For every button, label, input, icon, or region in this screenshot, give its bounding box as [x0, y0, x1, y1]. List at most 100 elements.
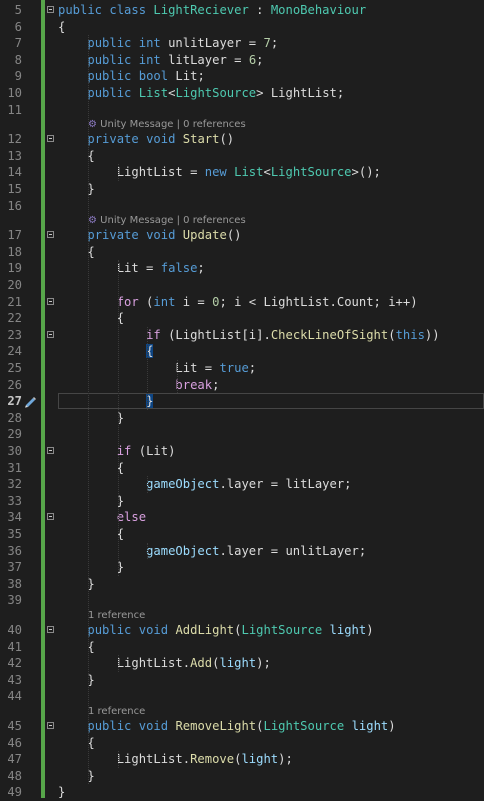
code-line[interactable]: 45 public void RemoveLight(LightSource l… [0, 718, 484, 735]
code-line[interactable]: 49} [0, 784, 484, 801]
code-line[interactable]: 5 public class LightReciever : MonoBehavi… [0, 2, 484, 19]
code-token: public [58, 3, 103, 17]
code-token: public [87, 69, 132, 84]
pencil-icon[interactable] [23, 394, 37, 408]
codelens-text[interactable]: 1 reference [88, 610, 145, 621]
code-line[interactable]: 6{ [0, 19, 484, 36]
codelens-text[interactable]: Unity Message | 0 references [100, 215, 246, 226]
codelens[interactable]: ⚙ Unity Message | 0 references [88, 119, 246, 131]
code-text: public int unlitLayer = 7; [58, 35, 278, 52]
code-line[interactable]: 28 } [0, 410, 484, 427]
line-number: 22 [7, 311, 22, 326]
code-line[interactable]: 27 } [0, 393, 484, 410]
code-line[interactable]: 32 gameObject.layer = litLayer; [0, 476, 484, 493]
code-line[interactable]: 38 } [0, 576, 484, 593]
collapse-toggle-icon[interactable] [47, 447, 54, 454]
code-token: public [87, 36, 132, 51]
code-token: () [226, 228, 242, 243]
line-number: 11 [7, 102, 22, 117]
code-line[interactable]: 17 private void Update() [0, 227, 484, 244]
collapse-toggle-icon[interactable] [47, 722, 54, 729]
code-text: LightList.Add(light); [58, 655, 271, 672]
code-line[interactable]: 15 } [0, 181, 484, 198]
code-line[interactable]: 40 public void AddLight(LightSource ligh… [0, 622, 484, 639]
line-number: 49 [7, 785, 22, 800]
collapse-toggle-icon[interactable] [47, 135, 54, 143]
code-line[interactable]: 48 } [0, 768, 484, 785]
codelens[interactable]: 1 reference [88, 706, 145, 718]
code-line[interactable]: 46 { [0, 735, 484, 752]
code-line[interactable]: 36 gameObject.layer = unlitLayer; [0, 543, 484, 560]
collapse-toggle-icon[interactable] [47, 6, 54, 13]
code-text: LightList.Remove(light); [58, 751, 293, 768]
codelens[interactable]: ⚙ Unity Message | 0 references [88, 215, 246, 227]
code-line[interactable]: 29 [0, 426, 484, 443]
code-line[interactable]: 41 { [0, 639, 484, 656]
line-number: 25 [7, 361, 22, 375]
code-line[interactable]: 24 { [0, 343, 484, 360]
code-text: } [58, 410, 124, 427]
code-line[interactable]: 44 [0, 688, 484, 705]
code-token: void [138, 623, 169, 637]
code-line[interactable]: 42 LightList.Add(light); [0, 655, 484, 672]
code-text: private void Start() [58, 131, 234, 148]
code-editor[interactable]: 5 public class LightReciever : MonoBehavi… [0, 0, 484, 801]
collapse-toggle-icon[interactable] [47, 231, 54, 239]
line-number: 19 [7, 261, 22, 276]
code-line[interactable]: 12 private void Start() [0, 131, 484, 148]
code-line[interactable]: 43 } [0, 672, 484, 689]
code-line[interactable]: 19 Lit = false; [0, 260, 484, 277]
code-line[interactable]: 13 { [0, 148, 484, 165]
code-text: } [58, 784, 65, 801]
code-line[interactable]: 21 for (int i = 0; i < LightList.Count; … [0, 294, 484, 311]
code-text: for (int i = 0; i < LightList.Count; i++… [58, 294, 418, 311]
code-token: CheckLineOfSight [270, 327, 389, 342]
code-line[interactable]: 39 [0, 592, 484, 609]
code-line[interactable]: 34 else [0, 509, 484, 526]
code-token: } [58, 493, 125, 508]
code-line[interactable]: 47 LightList.Remove(light); [0, 751, 484, 768]
code-token: LightSource [241, 623, 323, 637]
collapse-toggle-icon[interactable] [47, 626, 54, 633]
code-line[interactable]: 11 [0, 102, 484, 119]
code-line[interactable]: 20 [0, 277, 484, 294]
code-text: LightList = new List<LightSource>(); [58, 164, 381, 181]
code-line[interactable]: 10 public List<LightSource> LightList; [0, 85, 484, 102]
code-line[interactable]: 25 Lit = true; [0, 360, 484, 377]
codelens-text[interactable]: Unity Message | 0 references [100, 119, 246, 130]
code-line[interactable]: 22 { [0, 310, 484, 327]
code-line[interactable]: 14 LightList = new List<LightSource>(); [0, 164, 484, 181]
code-token: } [58, 560, 125, 575]
code-token: ; [197, 261, 205, 276]
code-line[interactable]: 9 public bool Lit; [0, 68, 484, 85]
collapse-toggle-icon[interactable] [47, 330, 54, 338]
line-number: 47 [7, 752, 22, 767]
code-line[interactable]: 18 { [0, 244, 484, 261]
code-line[interactable]: 16 [0, 198, 484, 215]
code-line[interactable]: 7 public int unlitLayer = 7; [0, 35, 484, 52]
codelens[interactable]: 1 reference [88, 610, 145, 622]
code-line[interactable]: 23 if (LightList[i].CheckLineOfSight(thi… [0, 327, 484, 344]
code-line[interactable]: 37 } [0, 559, 484, 576]
line-number: 45 [7, 719, 22, 733]
code-line[interactable]: 26 break; [0, 377, 484, 394]
line-number: 8 [14, 52, 22, 67]
code-token: ( [388, 327, 396, 342]
line-number: 17 [7, 228, 22, 243]
code-line[interactable]: 30 if (Lit) [0, 443, 484, 460]
collapse-toggle-icon[interactable] [47, 297, 54, 305]
code-line[interactable]: 33 } [0, 493, 484, 510]
collapse-toggle-icon[interactable] [47, 513, 54, 521]
code-token: this [395, 327, 425, 342]
codelens-text[interactable]: 1 reference [88, 706, 145, 717]
code-line[interactable]: 31 { [0, 460, 484, 477]
code-line[interactable]: 35 { [0, 526, 484, 543]
code-text: public void AddLight(LightSource light) [58, 622, 373, 639]
line-number: 37 [7, 560, 22, 575]
code-line[interactable]: 8 public int litLayer = 6; [0, 52, 484, 69]
